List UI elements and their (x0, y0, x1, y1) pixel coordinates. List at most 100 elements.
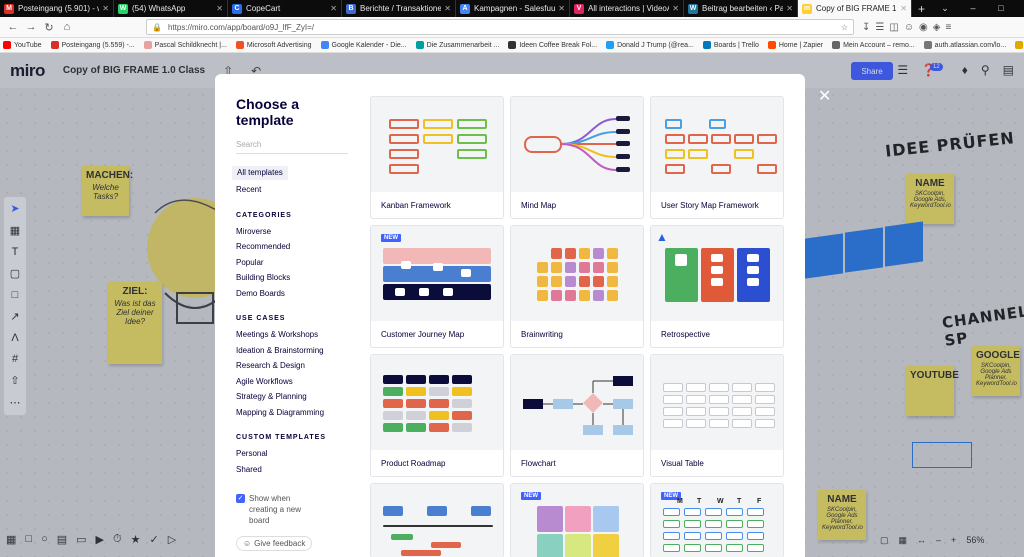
preview-block (607, 276, 618, 287)
nav-recent[interactable]: Recent (236, 182, 360, 198)
template-grid: Kanban Framework Mind Map User Story Map… (370, 96, 784, 557)
bookmark-item[interactable]: Posteingang (5.559) -... (50, 41, 135, 49)
custom-template-item[interactable]: Personal (236, 446, 360, 462)
show-when-creating-checkbox[interactable]: ✓ (236, 494, 245, 503)
preview-block (579, 248, 590, 259)
extension2-icon[interactable]: ◈ (933, 22, 941, 33)
bookmark-item[interactable]: Ideen Coffee Break Fol... (508, 41, 597, 49)
template-card-weekly-planner[interactable]: NEW MTWTF (650, 483, 784, 557)
close-tab-icon[interactable]: ✕ (672, 4, 679, 13)
custom-template-item[interactable]: Shared (236, 462, 360, 478)
preview-block (747, 532, 764, 540)
close-tab-icon[interactable]: ✕ (444, 4, 451, 13)
back-icon[interactable]: ← (4, 21, 22, 33)
bookmark-item[interactable]: Google Kalender - Die... (320, 41, 407, 49)
extension-icon[interactable]: ◉ (919, 22, 928, 33)
use-case-item[interactable]: Mapping & Diagramming (236, 405, 360, 421)
preview-block (755, 407, 775, 416)
minimize-icon[interactable]: – (959, 3, 987, 14)
browser-tab[interactable]: B Berichte / Transaktionen - Di✕ (342, 0, 456, 17)
close-tab-icon[interactable]: ✕ (558, 4, 565, 13)
template-card-customer-journey[interactable]: NEW Customer Journey Map (370, 225, 504, 348)
category-item[interactable]: Miroverse (236, 224, 360, 240)
use-case-item[interactable]: Strategy & Planning (236, 389, 360, 405)
bookmark-favicon-icon (320, 41, 329, 49)
preview-block (383, 375, 403, 384)
template-card-kanban[interactable]: Kanban Framework (370, 96, 504, 219)
category-item[interactable]: Recommended (236, 239, 360, 255)
bookmark-item[interactable]: Geld online überweise... (1015, 41, 1024, 49)
library-icon[interactable]: ☰ (875, 22, 884, 33)
template-card-visual-table[interactable]: Visual Table (650, 354, 784, 477)
close-window-icon[interactable]: ✕ (1015, 3, 1024, 14)
template-card-retrospective[interactable]: ▲ Retrospective (650, 225, 784, 348)
give-feedback-button[interactable]: ☺ Give feedback (236, 536, 313, 551)
bookmark-star-icon[interactable]: ☆ (841, 23, 848, 32)
preview-block (429, 399, 449, 408)
lock-icon: 🔒 (152, 22, 162, 32)
bookmark-item[interactable]: Die Zusammenarbeit ... (415, 41, 500, 49)
menu-icon[interactable]: ≡ (945, 22, 951, 33)
preview-block (684, 520, 701, 528)
bookmark-label: Home | Zapier (778, 41, 824, 49)
url-bar[interactable]: 🔒 https://miro.com/app/board/o9J_lfF_ZyI… (146, 19, 854, 35)
bookmark-item[interactable]: Boards | Trello (702, 41, 759, 49)
template-card-timeline[interactable] (370, 483, 504, 557)
forward-icon[interactable]: → (22, 21, 40, 33)
new-tab-button[interactable]: + (912, 2, 931, 16)
preview-block (607, 248, 618, 259)
close-tab-icon[interactable]: ✕ (330, 4, 337, 13)
close-tab-icon[interactable]: ✕ (786, 4, 793, 13)
preview-block (747, 508, 764, 516)
browser-tab[interactable]: W (54) WhatsApp ✕ (114, 0, 228, 17)
browser-tab[interactable]: V All interactions | VideoAsk✕ (570, 0, 684, 17)
bookmark-favicon-icon (767, 41, 776, 49)
use-case-item[interactable]: Ideation & Brainstorming (236, 343, 360, 359)
category-item[interactable]: Building Blocks (236, 270, 360, 286)
preview-block (429, 411, 449, 420)
reload-icon[interactable]: ↻ (40, 21, 58, 34)
use-case-item[interactable]: Research & Design (236, 358, 360, 374)
template-name: Customer Journey Map (381, 330, 465, 339)
browser-tab[interactable]: W Beitrag bearbeiten ‹ Pascal S✕ (684, 0, 798, 17)
bookmark-label: Die Zusammenarbeit ... (426, 41, 500, 49)
close-tab-icon[interactable]: ✕ (102, 4, 109, 13)
preview-block (429, 375, 449, 384)
category-item[interactable]: Popular (236, 255, 360, 271)
bookmark-item[interactable]: Microsoft Advertising (235, 41, 312, 49)
template-card-color-grid[interactable]: NEW (510, 483, 644, 557)
bookmark-item[interactable]: auth.atlassian.com/lo... (923, 41, 1006, 49)
bookmark-item[interactable]: Donald J Trump (@rea... (606, 41, 694, 49)
browser-tab[interactable]: M Posteingang (5.901) - webco✕ (0, 0, 114, 17)
template-card-user-story-map[interactable]: User Story Map Framework (650, 96, 784, 219)
template-card-product-roadmap[interactable]: Product Roadmap (370, 354, 504, 477)
template-card-flowchart[interactable]: Flowchart (510, 354, 644, 477)
bookmark-item[interactable]: Pascal Schildknecht |... (143, 41, 227, 49)
sidebar-icon[interactable]: ◫ (889, 22, 898, 33)
close-modal-icon[interactable]: ✕ (818, 86, 831, 106)
template-search-input[interactable]: Search (236, 140, 348, 154)
home-icon[interactable]: ⌂ (58, 21, 76, 33)
tab-list-icon[interactable]: ⌄ (931, 3, 959, 14)
category-item[interactable]: Demo Boards (236, 286, 360, 302)
template-card-mind-map[interactable]: Mind Map (510, 96, 644, 219)
maximize-icon[interactable]: □ (987, 3, 1015, 14)
use-case-item[interactable]: Meetings & Workshops (236, 327, 360, 343)
template-card-brainwriting[interactable]: Brainwriting (510, 225, 644, 348)
bookmark-item[interactable]: Home | Zapier (767, 41, 824, 49)
use-case-item[interactable]: Agile Workflows (236, 374, 360, 390)
account-icon[interactable]: ☺ (904, 22, 914, 33)
feedback-icon: ☺ (243, 539, 252, 548)
close-tab-icon[interactable]: ✕ (900, 4, 907, 13)
give-feedback-label: Give feedback (254, 539, 306, 548)
show-when-creating-option[interactable]: ✓ Show when creating a new board (236, 493, 360, 526)
browser-tab[interactable]: A Kampagnen - Salesfuu - Goo✕ (456, 0, 570, 17)
bookmark-item[interactable]: Mein Account – remo... (832, 41, 915, 49)
nav-all-templates[interactable]: All templates (232, 166, 288, 180)
browser-tab[interactable]: C CopeCart ✕ (228, 0, 342, 17)
download-icon[interactable]: ↧ (862, 22, 870, 33)
browser-tab[interactable]: m Copy of BIG FRAME 1.0 Clas✕ (798, 0, 912, 17)
close-tab-icon[interactable]: ✕ (216, 4, 223, 13)
bookmark-item[interactable]: YouTube (3, 41, 42, 49)
preview-block (709, 419, 729, 428)
